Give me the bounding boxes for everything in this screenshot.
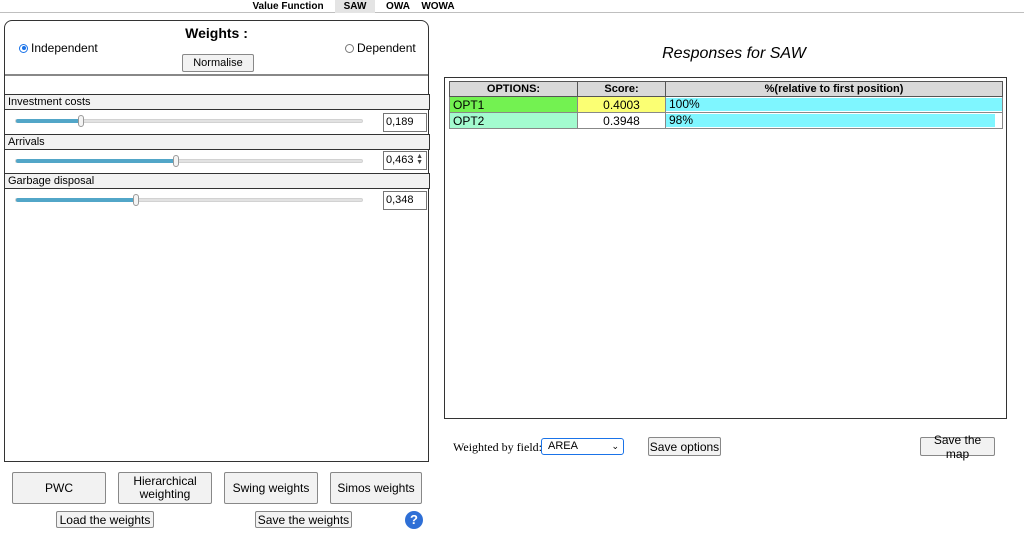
percent-cell: 98% bbox=[665, 112, 1003, 129]
radio-dependent[interactable]: Dependent bbox=[345, 41, 416, 55]
radio-indicator[interactable] bbox=[345, 43, 354, 53]
save-map-button[interactable]: Save the map bbox=[920, 433, 995, 461]
tab-value-function[interactable]: Value Function bbox=[250, 0, 326, 13]
panel-divider bbox=[5, 74, 428, 76]
option-cell: OPT2 bbox=[449, 112, 578, 129]
save-weights-button[interactable]: Save the weights bbox=[255, 511, 352, 528]
slider-thumb[interactable] bbox=[173, 155, 179, 167]
help-icon[interactable]: ? bbox=[405, 511, 423, 529]
results-box: OPTIONS: Score: %(relative to first posi… bbox=[444, 77, 1007, 419]
responses-title: Responses for SAW bbox=[662, 45, 806, 62]
score-cell: 0.3948 bbox=[577, 112, 666, 129]
tab-wowa[interactable]: WOWA bbox=[420, 0, 456, 13]
slider-fill bbox=[16, 159, 176, 163]
header-percent: %(relative to first position) bbox=[665, 81, 1003, 97]
slider-fill bbox=[16, 198, 136, 202]
weights-title: Weights : bbox=[185, 25, 248, 41]
radio-independent-label: Independent bbox=[31, 41, 98, 55]
weight-slider-arrivals[interactable] bbox=[15, 155, 363, 167]
header-options: OPTIONS: bbox=[449, 81, 578, 97]
normalise-button[interactable]: Normalise bbox=[182, 54, 254, 72]
weight-input-arrivals-value: 0,463 bbox=[386, 154, 414, 166]
score-cell: 0.4003 bbox=[577, 96, 666, 113]
simos-weights-button[interactable]: Simos weights bbox=[330, 472, 422, 504]
hierarchical-weighting-button[interactable]: Hierarchical weighting bbox=[118, 472, 212, 504]
criterion-header-arrivals: Arrivals bbox=[5, 134, 430, 150]
save-options-button[interactable]: Save options bbox=[648, 437, 721, 456]
percent-cell: 100% bbox=[665, 96, 1003, 113]
weight-input-arrivals[interactable]: 0,463 ▲ ▼ bbox=[383, 151, 427, 170]
swing-weights-button[interactable]: Swing weights bbox=[224, 472, 318, 504]
slider-thumb[interactable] bbox=[78, 115, 84, 127]
weight-slider-investment-costs[interactable] bbox=[15, 115, 363, 127]
slider-fill bbox=[16, 119, 81, 123]
load-weights-button[interactable]: Load the weights bbox=[56, 511, 154, 528]
weight-input-investment-costs[interactable]: 0,189 bbox=[383, 113, 427, 132]
field-select-value: AREA bbox=[548, 440, 578, 452]
option-cell: OPT1 bbox=[449, 96, 578, 113]
tab-owa[interactable]: OWA bbox=[383, 0, 413, 13]
slider-thumb[interactable] bbox=[133, 194, 139, 206]
percent-bar: 98% bbox=[666, 114, 996, 127]
field-select[interactable]: AREA ⌄ bbox=[541, 438, 624, 455]
weighted-by-field-label: Weighted by field: bbox=[453, 440, 543, 454]
table-row: OPT1 0.4003 100% bbox=[449, 96, 1003, 113]
table-row: OPT2 0.3948 98% bbox=[449, 112, 1003, 129]
pwc-button[interactable]: PWC bbox=[12, 472, 106, 504]
radio-independent[interactable]: Independent bbox=[19, 41, 98, 55]
weight-slider-garbage-disposal[interactable] bbox=[15, 194, 363, 206]
table-header-row: OPTIONS: Score: %(relative to first posi… bbox=[449, 81, 1003, 97]
radio-dependent-label: Dependent bbox=[357, 41, 416, 55]
results-table: OPTIONS: Score: %(relative to first posi… bbox=[449, 81, 1003, 129]
weight-input-garbage-disposal[interactable]: 0,348 bbox=[383, 191, 427, 210]
header-score: Score: bbox=[577, 81, 666, 97]
criterion-header-garbage-disposal: Garbage disposal bbox=[5, 173, 430, 189]
criterion-header-investment-costs: Investment costs bbox=[5, 94, 430, 110]
chevron-down-icon: ⌄ bbox=[611, 441, 619, 451]
tab-saw[interactable]: SAW bbox=[335, 0, 375, 13]
spinner-icon[interactable]: ▲ ▼ bbox=[416, 153, 423, 166]
radio-indicator[interactable] bbox=[19, 43, 28, 53]
weights-panel: Weights : Independent Dependent Normalis… bbox=[4, 20, 430, 462]
method-tab-bar: Value Function SAW OWA WOWA bbox=[0, 0, 1024, 13]
percent-bar: 100% bbox=[666, 98, 1002, 111]
